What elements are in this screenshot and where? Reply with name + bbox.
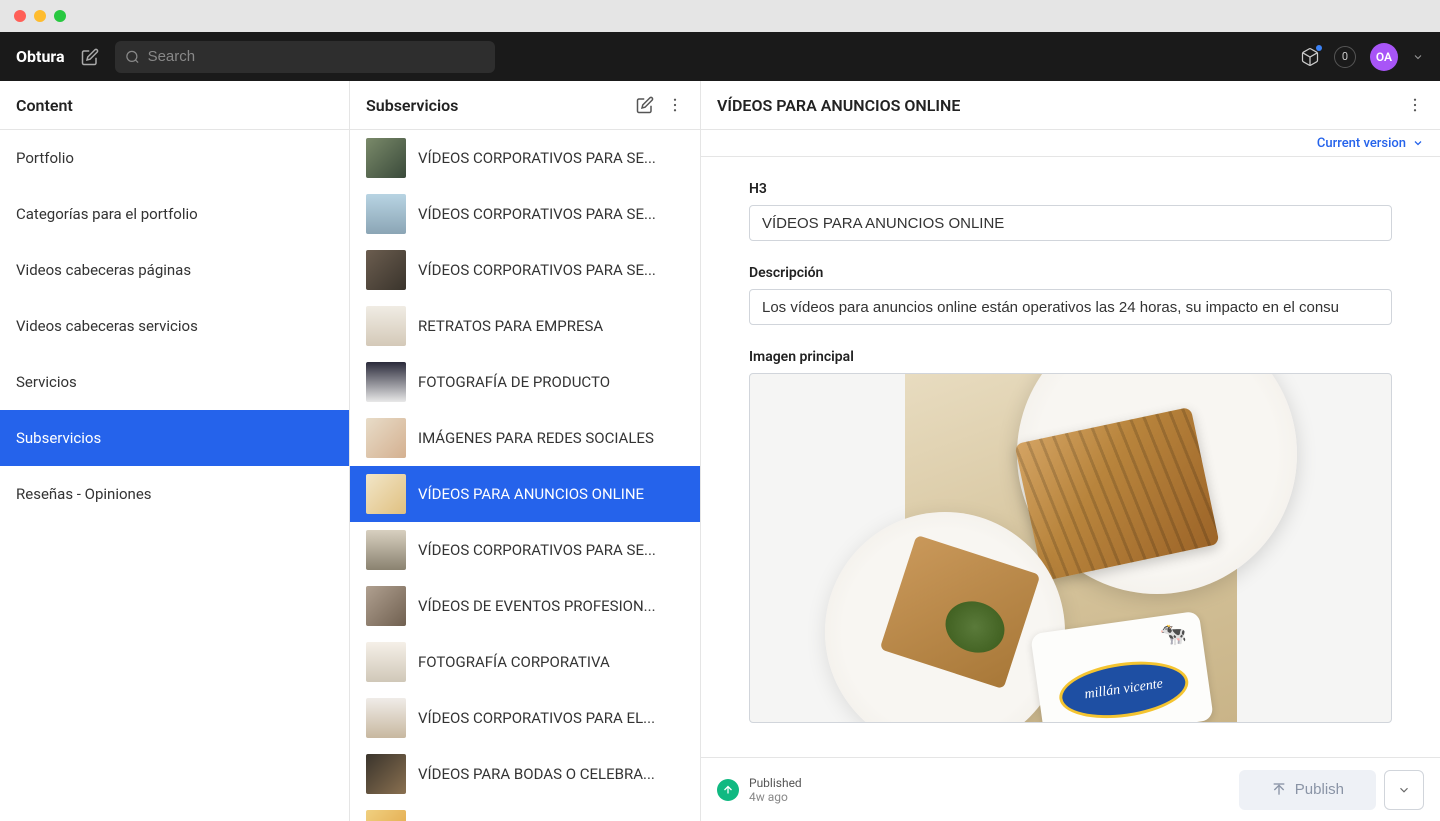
app-logo: Obtura [16,47,65,66]
entry-label: VÍDEOS PARA ANUNCIOS ONLINE [418,485,684,503]
entry-label: IMÁGENES PARA REDES SOCIALES [418,429,684,447]
entry-label: VÍDEOS DE EVENTOS PROFESION... [418,597,684,615]
sidebar-item[interactable]: Portfolio [0,130,349,186]
status-icon [717,779,739,801]
entry-label: RETRATOS PARA EMPRESA [418,317,684,335]
entries-list: VÍDEOS CORPORATIVOS PARA SE... VÍDEOS COR… [350,130,700,821]
more-vertical-icon[interactable] [1406,96,1424,114]
entry-thumbnail [366,306,406,346]
window-titlebar [0,0,1440,32]
entry-label: VÍDEOS CORPORATIVOS PARA SE... [418,149,684,167]
publish-button[interactable]: Publish [1239,770,1376,810]
entry-thumbnail [366,362,406,402]
entry-label: FOTOGRAFÍA CORPORATIVA [418,653,684,671]
chevron-down-icon [1412,137,1424,149]
field-label-imagen: Imagen principal [749,349,1392,365]
window-minimize-button[interactable] [34,10,46,22]
sidebar-item[interactable]: Servicios [0,354,349,410]
entry-thumbnail [366,810,406,821]
window-close-button[interactable] [14,10,26,22]
status-time: 4w ago [749,790,802,804]
sidebar-item[interactable]: Subservicios [0,410,349,466]
entry-item[interactable]: VÍDEOS CORPORATIVOS PARA SE... [350,802,700,821]
chevron-down-icon [1397,783,1411,797]
detail-form: H3 Descripción Imagen principal [701,157,1440,757]
entry-item[interactable]: FOTOGRAFÍA CORPORATIVA [350,634,700,690]
sidebar-list: PortfolioCategorías para el portfolioVid… [0,130,349,821]
entries-panel: Subservicios VÍDEOS CORPORATIVOS PARA SE… [350,81,701,821]
entries-header: Subservicios [350,81,700,130]
notification-dot [1316,45,1322,51]
window-maximize-button[interactable] [54,10,66,22]
status-label: Published [749,776,802,790]
entry-thumbnail [366,698,406,738]
search-input[interactable] [148,48,485,65]
entry-item[interactable]: FOTOGRAFÍA DE PRODUCTO [350,354,700,410]
entry-label: VÍDEOS CORPORATIVOS PARA SE... [418,541,684,559]
package-icon[interactable] [1300,47,1320,67]
brand-logo-text: millán vicente [1055,654,1191,723]
version-selector[interactable]: Current version [1317,136,1424,151]
publish-button-label: Publish [1295,781,1344,798]
entry-label: VÍDEOS CORPORATIVOS PARA EL... [418,709,684,727]
entry-thumbnail [366,642,406,682]
descripcion-input[interactable] [749,289,1392,325]
entry-item[interactable]: IMÁGENES PARA REDES SOCIALES [350,410,700,466]
entry-item[interactable]: VÍDEOS CORPORATIVOS PARA SE... [350,522,700,578]
entry-item[interactable]: VÍDEOS CORPORATIVOS PARA SE... [350,130,700,186]
sidebar-item[interactable]: Reseñas - Opiniones [0,466,349,522]
sidebar-item[interactable]: Videos cabeceras páginas [0,242,349,298]
more-vertical-icon[interactable] [666,96,684,114]
entry-item[interactable]: VÍDEOS CORPORATIVOS PARA EL... [350,690,700,746]
entry-item[interactable]: VÍDEOS PARA BODAS O CELEBRA... [350,746,700,802]
entry-thumbnail [366,194,406,234]
field-label-h3: H3 [749,181,1392,197]
detail-panel: VÍDEOS PARA ANUNCIOS ONLINE Current vers… [701,81,1440,821]
entry-label: VÍDEOS CORPORATIVOS PARA SE... [418,261,684,279]
detail-header: VÍDEOS PARA ANUNCIOS ONLINE [701,81,1440,130]
sidebar-header: Content [0,81,349,130]
entry-item[interactable]: VÍDEOS CORPORATIVOS PARA SE... [350,242,700,298]
user-avatar[interactable]: OA [1370,43,1398,71]
entry-thumbnail [366,474,406,514]
version-label: Current version [1317,136,1406,151]
count-badge[interactable]: 0 [1334,46,1356,68]
entry-thumbnail [366,754,406,794]
entry-thumbnail [366,586,406,626]
entry-item[interactable]: VÍDEOS PARA ANUNCIOS ONLINE [350,466,700,522]
entry-label: VÍDEOS PARA BODAS O CELEBRA... [418,765,684,783]
chevron-down-icon[interactable] [1412,51,1424,63]
entry-label: VÍDEOS CORPORATIVOS PARA SE... [418,205,684,223]
detail-title: VÍDEOS PARA ANUNCIOS ONLINE [717,96,960,115]
detail-footer: Published 4w ago Publish [701,757,1440,821]
sidebar-item[interactable]: Categorías para el portfolio [0,186,349,242]
h3-input[interactable] [749,205,1392,241]
entry-thumbnail [366,138,406,178]
upload-icon [1271,782,1287,798]
search-icon [125,49,140,65]
entry-item[interactable]: RETRATOS PARA EMPRESA [350,298,700,354]
content-type-sidebar: Content PortfolioCategorías para el port… [0,81,350,821]
field-label-descripcion: Descripción [749,265,1392,281]
publish-more-button[interactable] [1384,770,1424,810]
entry-item[interactable]: VÍDEOS CORPORATIVOS PARA SE... [350,186,700,242]
entry-thumbnail [366,530,406,570]
search-box[interactable] [115,41,495,73]
sidebar-item[interactable]: Videos cabeceras servicios [0,298,349,354]
entry-item[interactable]: VÍDEOS DE EVENTOS PROFESION... [350,578,700,634]
edit-icon[interactable] [636,96,654,114]
top-nav-bar: Obtura 0 OA [0,32,1440,81]
image-preview[interactable]: 🐄 millán vicente [749,373,1392,723]
entry-label: FOTOGRAFÍA DE PRODUCTO [418,373,684,391]
entry-thumbnail [366,418,406,458]
compose-icon[interactable] [81,48,99,66]
entries-header-title: Subservicios [366,96,458,115]
entry-thumbnail [366,250,406,290]
